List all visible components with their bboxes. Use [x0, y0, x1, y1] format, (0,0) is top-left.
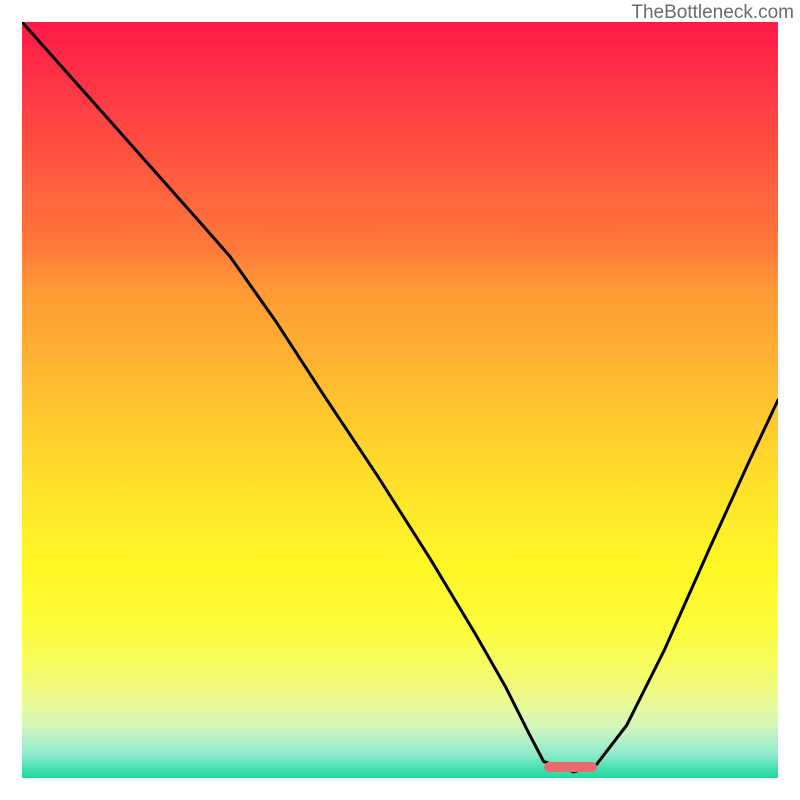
bottleneck-chart: TheBottleneck.com — [0, 0, 800, 800]
attribution-label: TheBottleneck.com — [631, 2, 794, 24]
plot-area — [22, 22, 778, 778]
bottleneck-curve — [22, 22, 778, 778]
optimal-range-marker — [544, 762, 597, 772]
